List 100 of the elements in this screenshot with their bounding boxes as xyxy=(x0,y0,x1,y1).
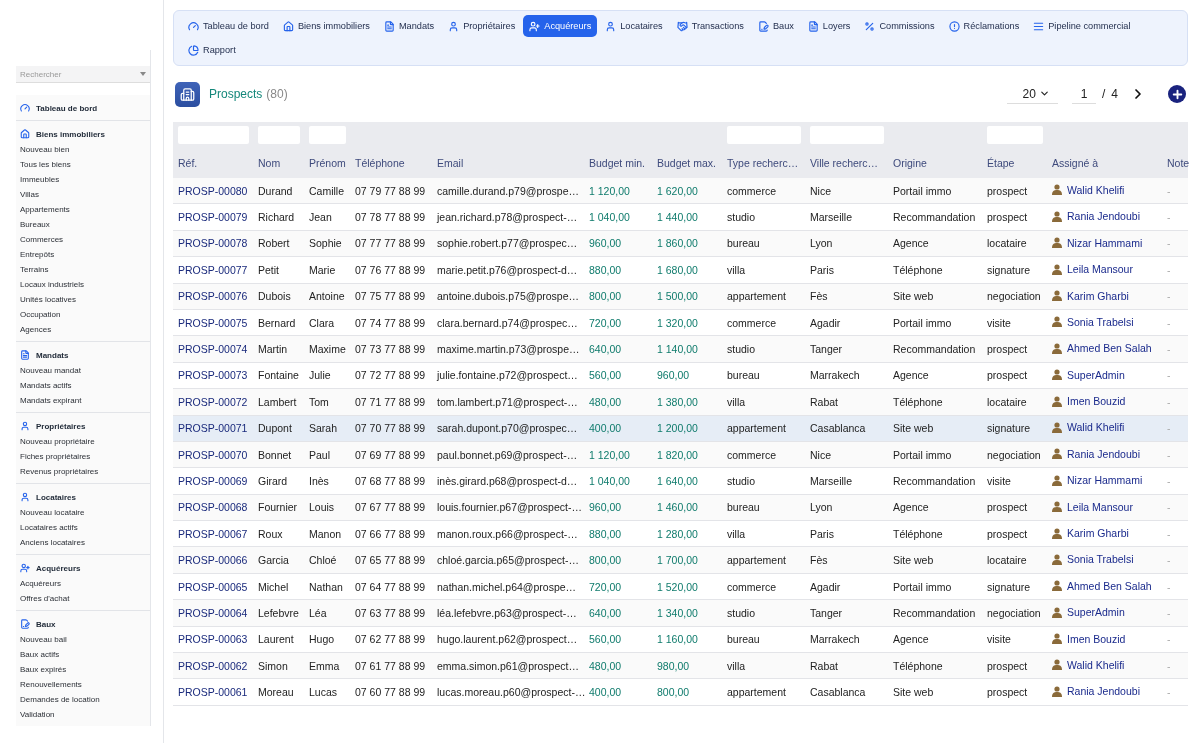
add-button[interactable] xyxy=(1168,85,1186,103)
nav-tab[interactable]: Tableau de bord xyxy=(182,15,275,37)
reference-link[interactable]: PROSP-00068 xyxy=(178,501,248,514)
nav-tab[interactable]: Acquéreurs xyxy=(523,15,598,37)
assignee-link[interactable]: Imen Bouzid xyxy=(1067,395,1126,408)
table-row[interactable]: PROSP-00078 Robert Sophie 07 77 77 88 99 sophie.robert.p77@prospec… 960,00 1 860,00 bureau Lyon Agence locataire Nizar Hammami - xyxy=(173,230,1188,258)
assignee-link[interactable]: Rania Jendoubi xyxy=(1067,447,1140,460)
reference-link[interactable]: PROSP-00071 xyxy=(178,422,248,435)
reference-link[interactable]: PROSP-00072 xyxy=(178,395,248,408)
table-row[interactable]: PROSP-00066 Garcia Chloé 07 65 77 88 99 chloé.garcia.p65@prospect-… 800,00 1 700,00 appartement Fès Site web locataire Sonia Trabelsi - xyxy=(173,547,1188,574)
nav-tab[interactable]: Biens immobiliers xyxy=(276,15,376,37)
assignee-link[interactable]: Nizar Hammami xyxy=(1067,474,1143,487)
column-header[interactable]: Budget min. xyxy=(589,152,652,178)
sidebar-item[interactable]: Occupation xyxy=(20,307,146,322)
sidebar-item[interactable]: Agences xyxy=(20,322,146,337)
sidebar-item[interactable]: Demandes de location xyxy=(20,692,146,707)
sidebar-item[interactable]: Anciens locataires xyxy=(20,535,146,550)
table-row[interactable]: PROSP-00068 Fournier Louis 07 67 77 88 99 louis.fournier.p67@prospect-… 960,00 1 460,00 bureau Lyon Agence prospect Leila Mansour - xyxy=(173,494,1188,522)
table-row[interactable]: PROSP-00070 Bonnet Paul 07 69 77 88 99 paul.bonnet.p69@prospect-… 1 120,00 1 820,00 commerce Nice Portail immo negociation Rania Jendoubi - xyxy=(173,441,1188,469)
column-header[interactable]: Email xyxy=(437,152,584,178)
sidebar-item[interactable]: Bureaux xyxy=(20,217,146,232)
sidebar-item[interactable]: Mandats actifs xyxy=(20,378,146,393)
assignee-link[interactable]: Walid Khelifi xyxy=(1067,183,1125,196)
nav-tab[interactable]: Transactions xyxy=(670,15,750,37)
assignee-link[interactable]: Walid Khelifi xyxy=(1067,658,1125,671)
table-row[interactable]: PROSP-00074 Martin Maxime 07 73 77 88 99 maxime.martin.p73@prospe… 640,00 1 140,00 studio Tanger Recommandation prospect Ahmed Ben Salah - xyxy=(173,336,1188,363)
sidebar-group-title[interactable]: Baux xyxy=(36,619,56,629)
assignee-link[interactable]: SuperAdmin xyxy=(1067,368,1125,381)
sidebar-group-title[interactable]: Biens immobiliers xyxy=(36,129,105,139)
sidebar-group-title[interactable]: Acquéreurs xyxy=(36,563,81,573)
assignee-link[interactable]: Ahmed Ben Salah xyxy=(1067,342,1152,355)
sidebar-item[interactable]: Terrains xyxy=(20,262,146,277)
column-header[interactable]: Note xyxy=(1167,152,1188,178)
reference-link[interactable]: PROSP-00077 xyxy=(178,263,248,276)
reference-link[interactable]: PROSP-00069 xyxy=(178,475,248,487)
reference-link[interactable]: PROSP-00063 xyxy=(178,633,248,646)
table-row[interactable]: PROSP-00071 Dupont Sarah 07 70 77 88 99 sarah.dupont.p70@prospec… 400,00 1 200,00 appartement Casablanca Site web signature Walid Khelifi - xyxy=(173,415,1188,442)
assignee-link[interactable]: Rania Jendoubi xyxy=(1067,685,1140,698)
column-header[interactable]: Origine xyxy=(893,152,982,178)
table-row[interactable]: PROSP-00064 Lefebvre Léa 07 63 77 88 99 léa.lefebvre.p63@prospect-… 640,00 1 340,00 studio Tanger Recommandation negociation SuperAdmin - xyxy=(173,600,1188,627)
column-header[interactable]: Réf. xyxy=(178,152,253,178)
assignee-link[interactable]: Karim Gharbi xyxy=(1067,527,1129,539)
sidebar-item[interactable]: Entrepôts xyxy=(20,247,146,262)
nav-tab[interactable]: Pipeline commercial xyxy=(1027,15,1137,37)
sidebar-item[interactable]: Revenus propriétaires xyxy=(20,464,146,479)
reference-link[interactable]: PROSP-00064 xyxy=(178,606,248,619)
nav-tab[interactable]: Rapport xyxy=(182,39,242,61)
reference-link[interactable]: PROSP-00067 xyxy=(178,527,248,540)
sidebar-item[interactable]: Baux actifs xyxy=(20,647,146,662)
sidebar-item[interactable]: Nouveau propriétaire xyxy=(20,434,146,449)
nav-tab[interactable]: Locataires xyxy=(599,15,669,37)
sidebar-item[interactable]: Tous les biens xyxy=(20,157,146,172)
reference-link[interactable]: PROSP-00065 xyxy=(178,580,248,593)
assignee-link[interactable]: Sonia Trabelsi xyxy=(1067,553,1134,566)
assignee-link[interactable]: Walid Khelifi xyxy=(1067,421,1125,434)
nav-tab[interactable]: Commissions xyxy=(858,15,941,37)
table-row[interactable]: PROSP-00072 Lambert Tom 07 71 77 88 99 tom.lambert.p71@prospect-… 480,00 1 380,00 villa Rabat Téléphone locataire Imen Bouzid - xyxy=(173,389,1188,416)
assignee-link[interactable]: Imen Bouzid xyxy=(1067,632,1126,645)
assignee-link[interactable]: SuperAdmin xyxy=(1067,606,1125,619)
sidebar-item[interactable]: Renouvellements xyxy=(20,677,146,692)
reference-link[interactable]: PROSP-00070 xyxy=(178,448,248,461)
sidebar-group-title[interactable]: Locataires xyxy=(36,492,77,502)
nav-tab[interactable]: Mandats xyxy=(377,15,441,37)
reference-link[interactable]: PROSP-00079 xyxy=(178,211,248,224)
column-header[interactable]: Téléphone xyxy=(355,152,432,178)
nav-tab[interactable]: Réclamations xyxy=(942,15,1026,37)
assignee-link[interactable]: Nizar Hammami xyxy=(1067,236,1143,249)
sidebar-group-title[interactable]: Propriétaires xyxy=(36,421,86,431)
reference-link[interactable]: PROSP-00074 xyxy=(178,343,248,356)
sidebar-item[interactable]: Nouveau mandat xyxy=(20,363,146,378)
nav-tab[interactable]: Loyers xyxy=(801,15,857,37)
reference-link[interactable]: PROSP-00075 xyxy=(178,316,248,329)
reference-link[interactable]: PROSP-00073 xyxy=(178,369,248,382)
reference-link[interactable]: PROSP-00061 xyxy=(178,686,248,699)
column-header[interactable]: Étape xyxy=(987,152,1047,178)
sidebar-item[interactable]: Commerces xyxy=(20,232,146,247)
reference-link[interactable]: PROSP-00076 xyxy=(178,290,248,303)
sidebar-item[interactable]: Fiches propriétaires xyxy=(20,449,146,464)
nav-tab[interactable]: Baux xyxy=(751,15,800,37)
column-header[interactable]: Type recherc… xyxy=(727,152,805,178)
sidebar-item[interactable]: Locataires actifs xyxy=(20,520,146,535)
reference-link[interactable]: PROSP-00062 xyxy=(178,659,248,672)
sidebar-group-title[interactable]: Mandats xyxy=(36,350,69,360)
column-header[interactable]: Ville recherc… xyxy=(810,152,888,178)
page-size-select[interactable]: 20 xyxy=(1006,84,1058,104)
sidebar-item[interactable]: Offres d'achat xyxy=(20,591,146,606)
nav-tab[interactable]: Propriétaires xyxy=(442,15,522,37)
table-row[interactable]: PROSP-00080 Durand Camille 07 79 77 88 99 camille.durand.p79@prospe… 1 120,00 1 620,00 commerce Nice Portail immo prospect Walid Khelifi - xyxy=(173,178,1188,205)
sidebar-item[interactable]: Immeubles xyxy=(20,172,146,187)
sidebar-item[interactable]: Nouveau bien xyxy=(20,142,146,157)
sidebar-group-title[interactable]: Tableau de bord xyxy=(36,103,98,113)
assignee-link[interactable]: Ahmed Ben Salah xyxy=(1067,579,1152,592)
column-header[interactable]: Budget max. xyxy=(657,152,722,178)
sidebar-item[interactable]: Villas xyxy=(20,187,146,202)
table-row[interactable]: PROSP-00076 Dubois Antoine 07 75 77 88 99 antoine.dubois.p75@prospe… 800,00 1 500,00 appartement Fès Site web negociation Karim Gharbi - xyxy=(173,283,1188,310)
page-input[interactable]: 1 xyxy=(1071,84,1096,104)
assignee-link[interactable]: Leila Mansour xyxy=(1067,500,1133,513)
column-header[interactable]: Nom xyxy=(258,152,304,178)
sidebar-item[interactable]: Locaux industriels xyxy=(20,277,146,292)
sidebar-item[interactable]: Validation xyxy=(20,707,146,722)
